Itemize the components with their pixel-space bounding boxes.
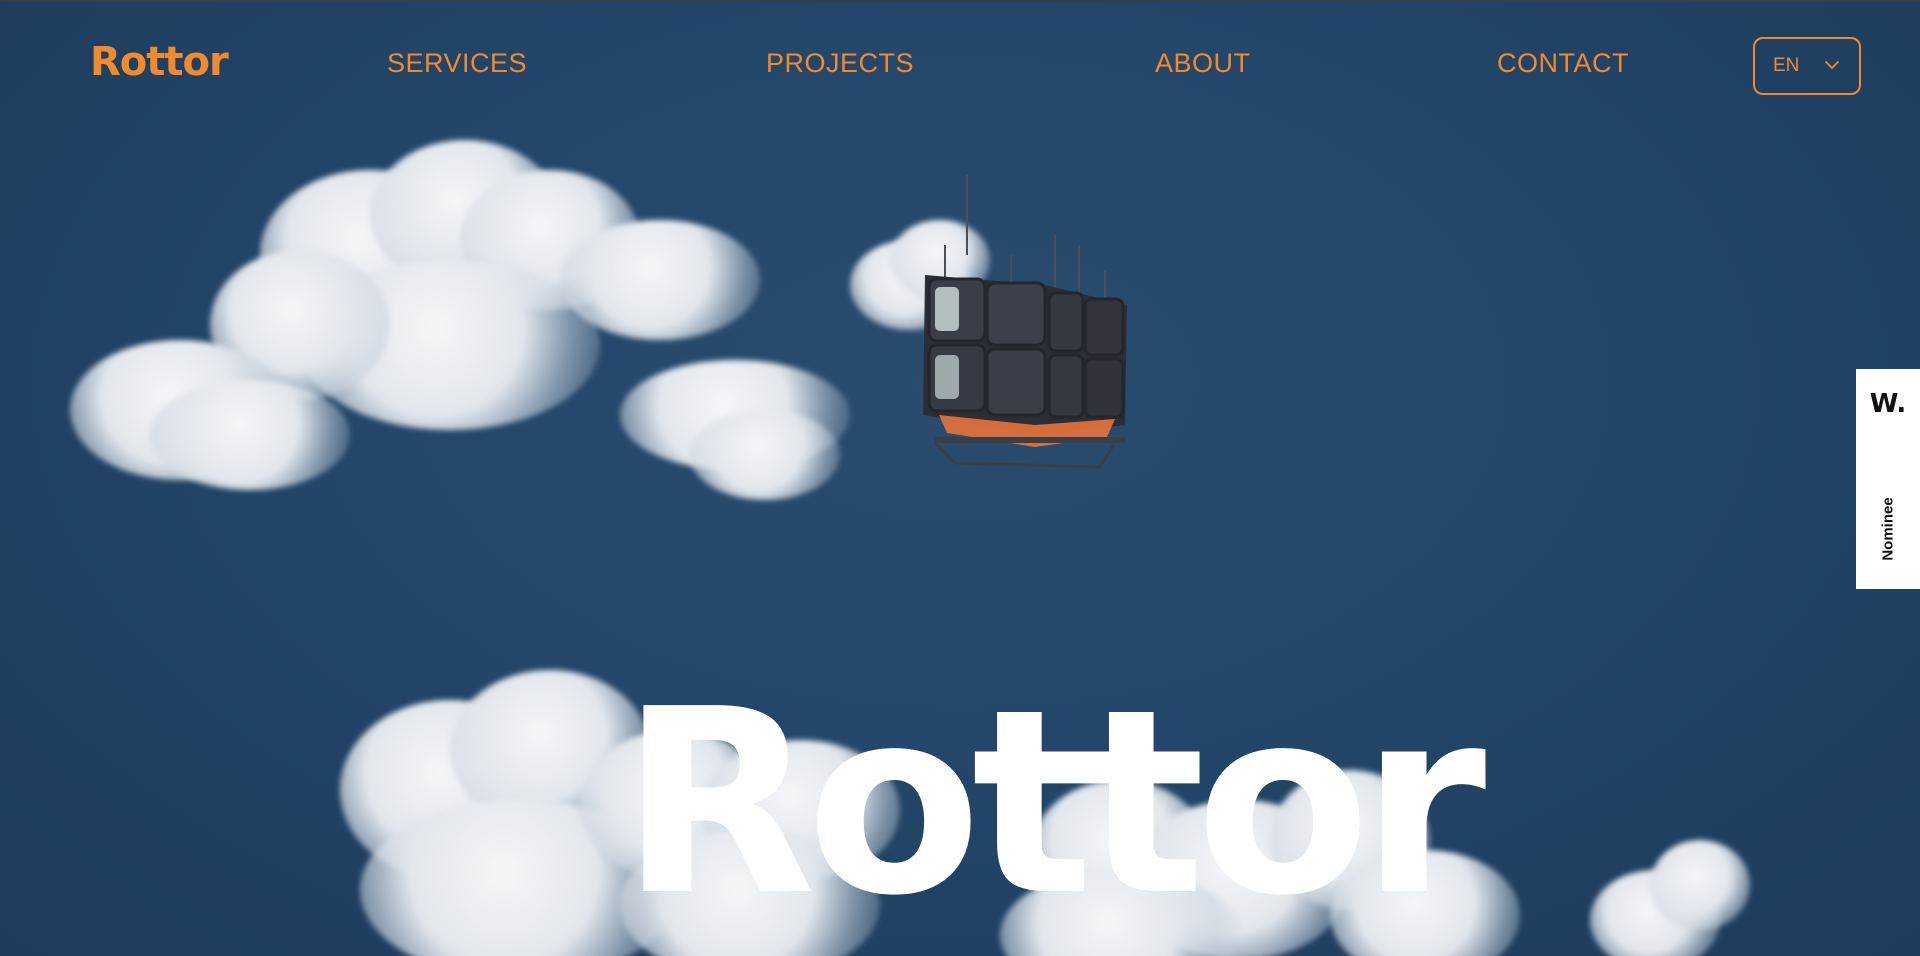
nav-services[interactable]: SERVICES (387, 50, 527, 77)
hero-title: Rottor (620, 654, 1486, 952)
chevron-down-icon (1825, 61, 1839, 69)
nav-projects[interactable]: PROJECTS (766, 50, 914, 77)
nav-contact[interactable]: CONTACT (1497, 50, 1629, 77)
top-border (0, 0, 1920, 2)
award-badge-logo: W. (1869, 389, 1907, 419)
award-badge[interactable]: W. Nominee (1856, 369, 1920, 589)
page: Rottor SERVICES PROJECTS ABOUT CONTACT E… (0, 0, 1920, 956)
cloud-bottom-right (1580, 840, 1760, 956)
award-badge-label: Nominee (1879, 497, 1897, 561)
language-selected: EN (1773, 55, 1800, 76)
logo[interactable]: Rottor (90, 42, 229, 82)
nav-about[interactable]: ABOUT (1155, 50, 1251, 77)
floating-pod-image (923, 175, 1127, 469)
cloud-top-left (40, 130, 860, 510)
language-selector[interactable]: EN (1753, 37, 1861, 95)
